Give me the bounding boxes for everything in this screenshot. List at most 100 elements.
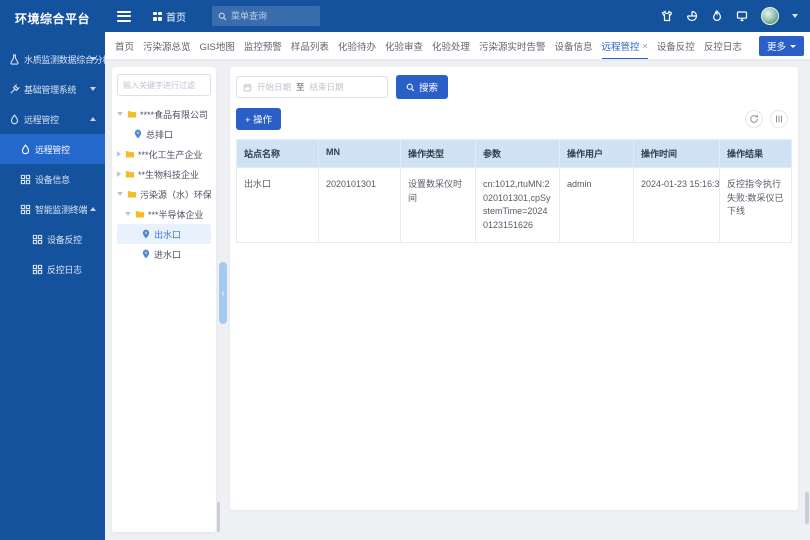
folder-icon (125, 169, 135, 179)
table-header-cell: 操作用户 (560, 140, 634, 167)
main-scrollbar-thumb[interactable] (805, 492, 809, 524)
tree-filter-input[interactable] (117, 74, 211, 96)
tree-node-label: 污染源（水）环保局 (140, 188, 211, 201)
flame-icon[interactable] (711, 10, 723, 22)
collapse-chevron-icon: ‹ (222, 288, 225, 298)
folder-icon (125, 149, 135, 159)
tree-scrollbar-thumb[interactable] (217, 502, 220, 532)
tab-device-reverse-control[interactable]: 设备反控 (657, 32, 695, 60)
sidebar-item-remote-control[interactable]: 远程管控 (0, 134, 105, 164)
sidebar-item-reverse-control-log[interactable]: 反控日志 (0, 254, 105, 284)
search-button[interactable]: 搜索 (396, 75, 448, 99)
tab-device-info[interactable]: 设备信息 (555, 32, 593, 60)
user-menu-chevron-icon[interactable] (792, 14, 798, 18)
tree-node-company-bio[interactable]: **生物科技企业 (117, 164, 211, 184)
cell-operation-result: 反控指令执行失败:数采仪已下线 (720, 168, 791, 242)
sidebar-item-label: 反控日志 (47, 263, 82, 276)
cell-mn: 2020101301 (319, 168, 401, 242)
sidebar-item-basic-management[interactable]: 基础管理系统 (0, 74, 105, 104)
tree-node-label: ***半导体企业 (148, 208, 204, 221)
chevron-down-icon (90, 87, 96, 91)
table-header-cell: 操作结果 (720, 140, 791, 167)
tree-collapse-icon[interactable] (117, 171, 121, 177)
chevron-up-icon (90, 207, 96, 211)
tab-home[interactable]: 首页 (115, 32, 134, 60)
tab-lab-review[interactable]: 化验审查 (385, 32, 423, 60)
breadcrumb[interactable]: 首页 (153, 9, 186, 24)
tab-sample-list[interactable]: 样品列表 (291, 32, 329, 60)
site-tree: ****食品有限公司 总排口 ***化工生产企业 (117, 104, 211, 264)
panel-collapse-handle[interactable]: ‹ (219, 262, 227, 324)
menu-search-input[interactable] (231, 11, 301, 21)
menu-toggle-icon[interactable] (117, 11, 131, 22)
tree-expand-icon[interactable] (117, 192, 123, 196)
tab-monitor-warning[interactable]: 监控预警 (244, 32, 282, 60)
tree-node-company-semiconductor[interactable]: ***半导体企业 (117, 204, 211, 224)
tab-realtime-alarm[interactable]: 污染源实时告警 (479, 32, 546, 60)
refresh-icon (749, 114, 759, 124)
sidebar: 环境综合平台 水质监测数据综合分析 基础管理系统 远程管 (0, 0, 105, 540)
tree-node-outlet[interactable]: 出水口 (117, 224, 211, 244)
cell-operation-type: 设置数采仪时间 (401, 168, 476, 242)
tab-pollution-overview[interactable]: 污染源总览 (143, 32, 191, 60)
sidebar-item-smart-terminal[interactable]: 智能监测终端 (0, 194, 105, 224)
theme-shirt-icon[interactable] (661, 10, 673, 22)
tab-lab-todo[interactable]: 化验待办 (338, 32, 376, 60)
tab-lab-process[interactable]: 化验处理 (432, 32, 470, 60)
table-toolbar: + 操作 (236, 108, 792, 130)
refresh-button[interactable] (745, 110, 763, 128)
cell-params: cn:1012,rtuMN:2020101301,cpSystemTime=20… (476, 168, 560, 242)
columns-icon (774, 114, 784, 124)
close-icon[interactable]: × (643, 41, 648, 51)
table-row[interactable]: 出水口 2020101301 设置数采仪时间 cn:1012,rtuMN:202… (237, 167, 791, 242)
sidebar-item-water-quality-analysis[interactable]: 水质监测数据综合分析 (0, 44, 105, 74)
end-date-placeholder: 结束日期 (310, 81, 344, 93)
menu-search[interactable] (212, 6, 320, 26)
sidebar-item-remote-control-group[interactable]: 远程管控 (0, 104, 105, 134)
dashboard-pie-icon[interactable] (686, 10, 698, 22)
grid-icon (32, 264, 43, 275)
tab-reverse-control-log[interactable]: 反控日志 (704, 32, 742, 60)
sidebar-item-label: 远程管控 (35, 143, 70, 156)
column-settings-button[interactable] (770, 110, 788, 128)
sidebar-item-label: 基础管理系统 (24, 83, 76, 96)
tree-node-water-bureau[interactable]: 污染源（水）环保局 (117, 184, 211, 204)
sidebar-item-label: 远程管控 (24, 113, 59, 126)
folder-icon (127, 109, 137, 119)
tree-expand-icon[interactable] (117, 112, 123, 116)
sidebar-item-device-reverse-control[interactable]: 设备反控 (0, 224, 105, 254)
sidebar-item-device-info[interactable]: 设备信息 (0, 164, 105, 194)
top-header: 首页 (105, 0, 810, 32)
tree-node-main-outlet[interactable]: 总排口 (117, 124, 211, 144)
date-range-input[interactable]: 开始日期 至 结束日期 (236, 76, 388, 98)
tree-collapse-icon[interactable] (117, 151, 121, 157)
sidebar-item-label: 设备信息 (35, 173, 70, 186)
sidebar-item-label: 设备反控 (47, 233, 82, 246)
tree-expand-icon[interactable] (125, 212, 131, 216)
tab-gis-map[interactable]: GIS地图 (200, 32, 235, 60)
tree-node-label: 进水口 (154, 248, 181, 261)
cell-operation-time: 2024-01-23 15:16:30 (634, 168, 720, 242)
site-tree-panel: ****食品有限公司 总排口 ***化工生产企业 (112, 67, 216, 532)
filter-toolbar: 开始日期 至 结束日期 搜索 (236, 75, 792, 99)
avatar[interactable] (761, 7, 779, 25)
tree-node-company-food[interactable]: ****食品有限公司 (117, 104, 211, 124)
operations-table: 站点名称 MN 操作类型 参数 操作用户 操作时间 操作结果 出水口 20201… (236, 139, 792, 243)
operate-button[interactable]: + 操作 (236, 108, 281, 130)
tree-node-label: **生物科技企业 (138, 168, 199, 181)
pin-icon (133, 129, 143, 139)
folder-icon (127, 189, 137, 199)
grid-icon (20, 174, 31, 185)
tree-node-label: 总排口 (146, 128, 173, 141)
monitor-icon[interactable] (736, 10, 748, 22)
cell-site-name: 出水口 (237, 168, 319, 242)
tab-remote-control[interactable]: 远程管控 × (602, 32, 648, 60)
more-tabs-button[interactable]: 更多 (759, 36, 804, 56)
table-header-cell: MN (319, 140, 401, 167)
tree-node-inlet[interactable]: 进水口 (117, 244, 211, 264)
search-icon (218, 12, 227, 21)
pin-icon (141, 249, 151, 259)
tree-node-company-chemical[interactable]: ***化工生产企业 (117, 144, 211, 164)
calendar-icon (243, 83, 252, 92)
table-header-cell: 站点名称 (237, 140, 319, 167)
